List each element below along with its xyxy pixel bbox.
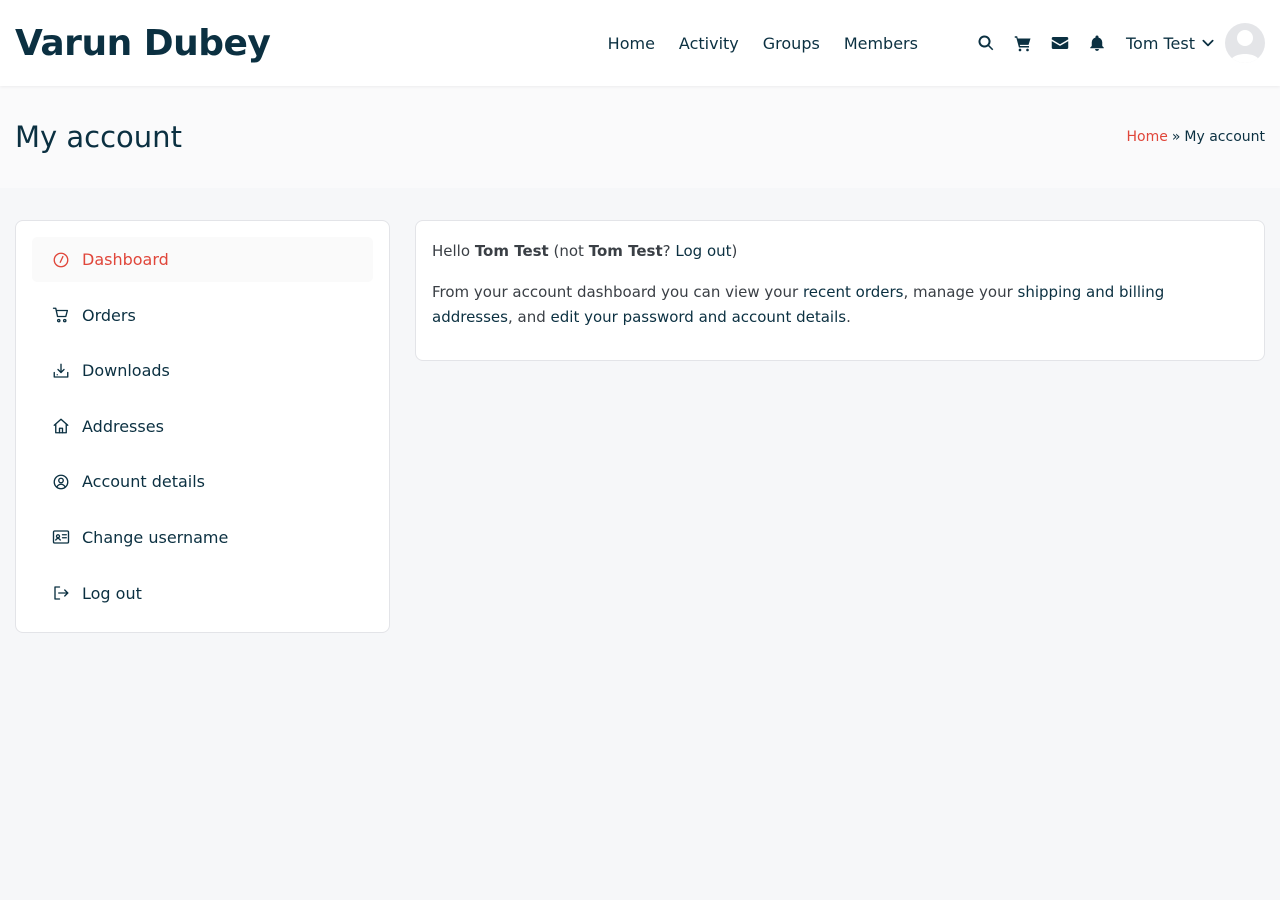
breadcrumb-home[interactable]: Home (1126, 129, 1167, 145)
page-title-bar: My account Home» My account (0, 86, 1280, 188)
sidebar-item-addresses[interactable]: Addresses (32, 404, 373, 449)
greeting: Hello Tom Test (not Tom Test? Log out) (432, 239, 1248, 264)
sidebar-item-orders[interactable]: Orders (32, 293, 373, 338)
search-icon[interactable] (976, 33, 996, 53)
header-icons (976, 33, 1124, 53)
site-title[interactable]: Varun Dubey (15, 23, 271, 64)
site-header: Varun Dubey Home Activity Groups Members… (0, 0, 1280, 86)
logout-link[interactable]: Log out (675, 242, 731, 260)
intro-manage: , manage your (903, 283, 1013, 301)
sidebar-item-label: Account details (82, 472, 205, 492)
intro-text: From your account dashboard you can view… (432, 283, 799, 301)
sidebar-item-log-out[interactable]: Log out (32, 571, 373, 616)
sidebar-item-dashboard[interactable]: Dashboard (32, 237, 373, 282)
greeting-not-user: Tom Test (588, 242, 663, 260)
home-icon (52, 417, 70, 435)
sidebar-item-account-details[interactable]: Account details (32, 459, 373, 504)
dashboard-content: Hello Tom Test (not Tom Test? Log out) F… (415, 220, 1265, 361)
greeting-hello: Hello (432, 242, 471, 260)
id-card-icon (52, 528, 70, 546)
nav-members[interactable]: Members (844, 34, 918, 53)
dashboard-gauge-icon (52, 251, 70, 269)
chevron-down-icon (1202, 39, 1214, 47)
account-details-link[interactable]: edit your password and account details (551, 308, 847, 326)
greeting-close: ) (731, 242, 738, 260)
sidebar-item-change-username[interactable]: Change username (32, 515, 373, 560)
breadcrumb-current: My account (1184, 129, 1265, 145)
nav-groups[interactable]: Groups (763, 34, 820, 53)
logout-icon (52, 584, 70, 602)
greeting-not: (not (553, 242, 584, 260)
envelope-icon[interactable] (1050, 33, 1070, 53)
sidebar-item-label: Orders (82, 305, 136, 325)
breadcrumb-separator: » (1171, 129, 1181, 145)
account-navigation: Dashboard Orders Downloads Addresses Acc… (15, 220, 390, 633)
recent-orders-link[interactable]: recent orders (803, 283, 904, 301)
greeting-question: ? (662, 242, 671, 260)
intro-and: , and (507, 308, 546, 326)
user-circle-icon (52, 473, 70, 491)
sidebar-item-label: Change username (82, 527, 229, 547)
nav-activity[interactable]: Activity (679, 34, 739, 53)
dashboard-intro: From your account dashboard you can view… (432, 280, 1248, 330)
greeting-user: Tom Test (474, 242, 549, 260)
sidebar-item-downloads[interactable]: Downloads (32, 348, 373, 393)
primary-nav: Home Activity Groups Members Tom Test (608, 0, 1265, 86)
cart-icon (52, 306, 70, 324)
cart-icon[interactable] (1013, 33, 1033, 53)
breadcrumb: Home» My account (1126, 129, 1265, 145)
sidebar-item-label: Log out (82, 583, 142, 603)
page-title: My account (15, 120, 182, 154)
nav-home[interactable]: Home (608, 34, 655, 53)
user-name: Tom Test (1125, 33, 1195, 53)
intro-period: . (846, 308, 851, 326)
sidebar-item-label: Addresses (82, 416, 164, 436)
user-avatar[interactable] (1225, 23, 1265, 63)
sidebar-item-label: Dashboard (82, 250, 169, 269)
download-icon (52, 362, 70, 380)
bell-icon[interactable] (1087, 33, 1107, 53)
user-menu[interactable]: Tom Test (1126, 23, 1265, 63)
sidebar-item-label: Downloads (82, 361, 170, 381)
